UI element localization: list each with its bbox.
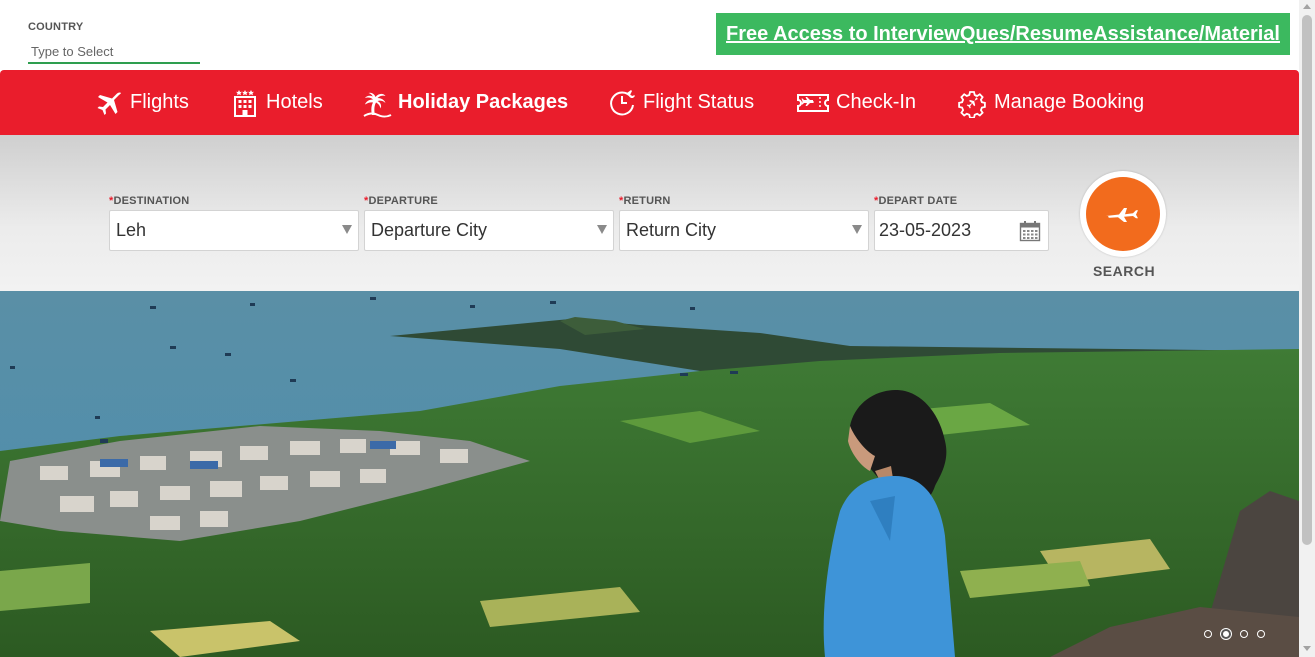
return-select[interactable]: Return City: [619, 210, 869, 251]
country-input[interactable]: [28, 40, 200, 64]
return-label-text: RETURN: [623, 195, 671, 207]
plane-icon: [1106, 208, 1138, 222]
carousel-dot[interactable]: [1257, 630, 1265, 638]
search-button-label: SEARCH: [1092, 263, 1156, 279]
plane-icon: [97, 91, 121, 115]
chevron-down-icon: [342, 225, 352, 234]
destination-select[interactable]: Leh: [109, 210, 359, 251]
nav-label: Flights: [130, 91, 189, 113]
nav-item-flight-status[interactable]: Flight Status: [607, 70, 754, 135]
depart-date-label: *DEPART DATE: [874, 195, 957, 207]
top-bar: COUNTRY Free Access to InterviewQues/Res…: [0, 0, 1299, 70]
chevron-down-icon: [597, 225, 607, 234]
return-label: *RETURN: [619, 195, 671, 207]
scroll-down-arrow-icon[interactable]: [1303, 646, 1311, 651]
gear-plane-icon: [958, 90, 986, 118]
departure-select[interactable]: Departure City: [364, 210, 614, 251]
nav-item-hotels[interactable]: Hotels: [230, 70, 323, 135]
destination-label: *DESTINATION: [109, 195, 189, 207]
search-panel: *DESTINATION Leh *DEPARTURE Departure Ci…: [0, 135, 1299, 291]
nav-label: Flight Status: [643, 91, 755, 113]
hotel-icon: [234, 89, 256, 117]
nav-item-flights[interactable]: Flights: [94, 70, 189, 135]
page-scrollbar[interactable]: [1299, 0, 1315, 657]
nav-item-holiday-packages[interactable]: Holiday Packages: [362, 70, 568, 135]
chevron-down-icon: [852, 225, 862, 234]
departure-value: Departure City: [371, 220, 488, 240]
carousel-dots: [1204, 629, 1265, 639]
search-button-face: [1086, 177, 1160, 251]
search-button[interactable]: [1080, 171, 1166, 257]
hero-landscape-image: [0, 291, 1299, 657]
departure-label: *DEPARTURE: [364, 195, 438, 207]
depart-date-value: 23-05-2023: [879, 220, 972, 240]
scroll-up-arrow-icon[interactable]: [1303, 4, 1311, 9]
nav-label: Check-In: [836, 91, 917, 113]
palm-tree-icon: [363, 92, 392, 117]
carousel-dot[interactable]: [1204, 630, 1212, 638]
country-label: COUNTRY: [28, 21, 84, 33]
return-value: Return City: [626, 220, 717, 240]
main-nav: Flights Hotels Holiday Packages Flight S…: [0, 70, 1299, 135]
hero-banner: [0, 291, 1299, 657]
destination-value: Leh: [116, 220, 147, 240]
carousel-dot[interactable]: [1240, 630, 1248, 638]
nav-item-check-in[interactable]: Check-In: [796, 70, 916, 135]
depart-date-input[interactable]: 23-05-2023: [874, 210, 1049, 251]
scrollbar-thumb[interactable]: [1302, 15, 1312, 545]
clock-plane-icon: [610, 89, 635, 115]
nav-item-manage-booking[interactable]: Manage Booking: [958, 70, 1144, 135]
promo-link[interactable]: Free Access to InterviewQues/ResumeAssis…: [716, 13, 1290, 55]
departure-label-text: DEPARTURE: [368, 195, 438, 207]
depart-date-label-text: DEPART DATE: [878, 195, 958, 207]
nav-label: Hotels: [266, 91, 323, 113]
ticket-icon: [797, 93, 829, 112]
nav-label: Holiday Packages: [398, 91, 569, 113]
carousel-dot-active[interactable]: [1221, 629, 1231, 639]
nav-label: Manage Booking: [994, 91, 1145, 113]
calendar-icon[interactable]: [1019, 220, 1041, 242]
destination-label-text: DESTINATION: [113, 195, 190, 207]
